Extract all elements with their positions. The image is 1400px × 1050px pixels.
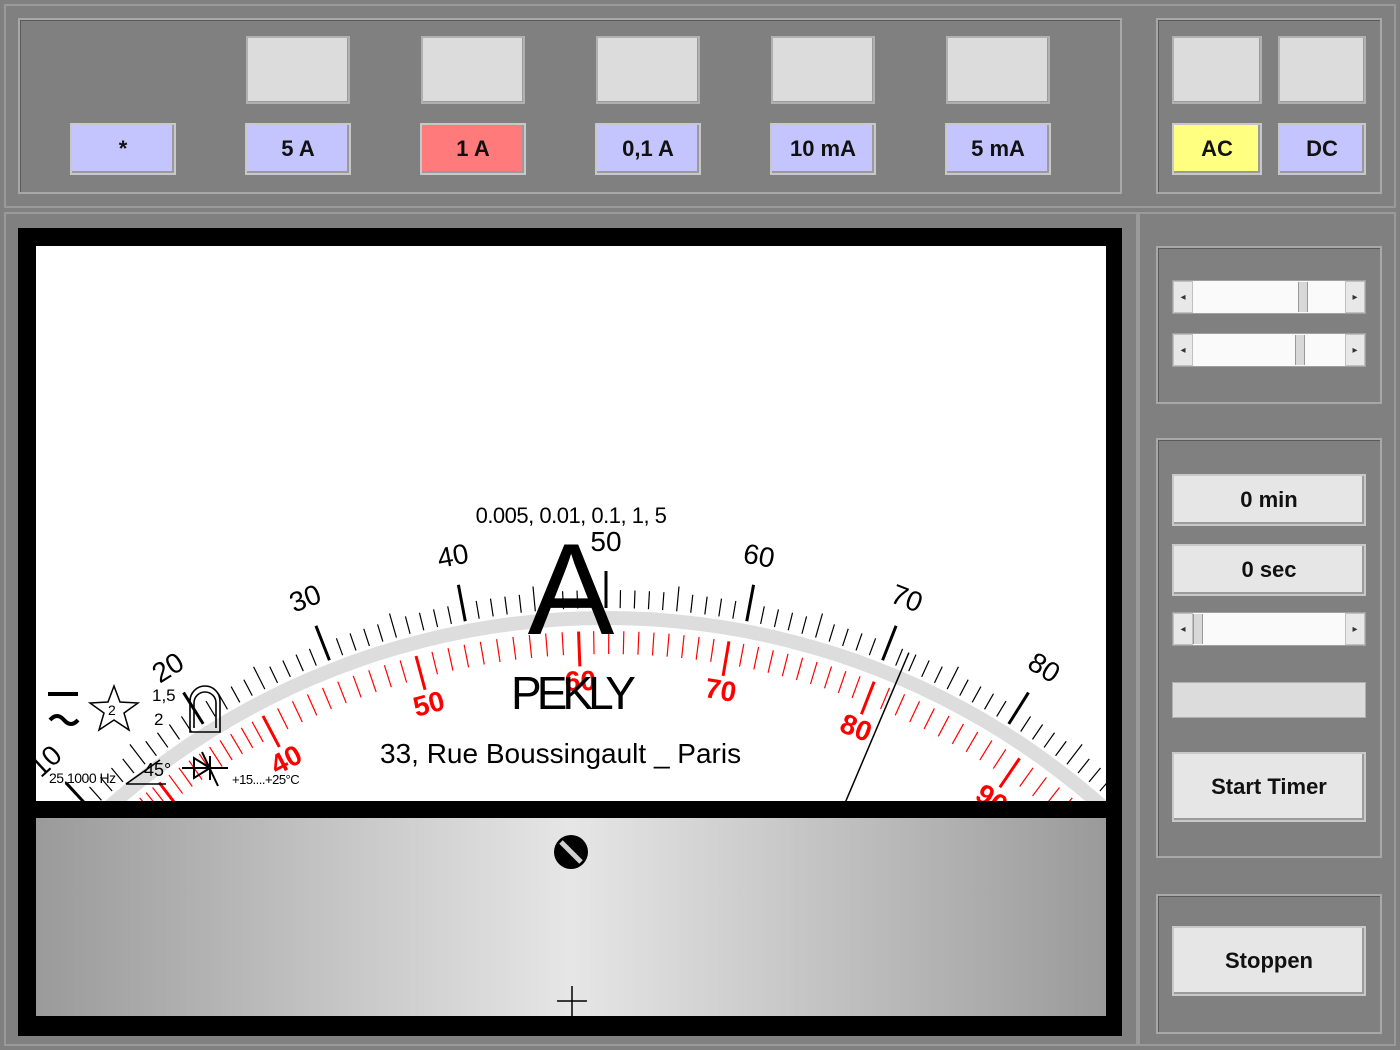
frequency-label: 25.1000 Hz xyxy=(49,770,116,786)
lower-tick xyxy=(240,727,254,749)
lower-tick xyxy=(1032,777,1047,797)
mode-indicator-ac xyxy=(1172,36,1262,104)
lower-tick xyxy=(1019,767,1034,787)
upper-tick xyxy=(1043,732,1056,748)
range-indicator-5ma xyxy=(946,36,1050,104)
meter-dial: 0102030405060708090100020304050607080901… xyxy=(36,246,1106,801)
slider-1-left-arrow-icon[interactable]: ◂ xyxy=(1173,281,1193,313)
range-button-0-1a[interactable]: 0,1 A xyxy=(595,123,701,175)
upper-tick xyxy=(1088,767,1101,783)
slider-panel xyxy=(1156,246,1382,404)
slider-1-right-arrow-icon[interactable]: ▸ xyxy=(1345,281,1365,313)
range-indicator-0-1a xyxy=(596,36,700,104)
timer-progress-bar xyxy=(1172,682,1366,718)
lower-tick xyxy=(230,733,243,755)
lower-tick xyxy=(261,715,281,748)
timer-slider-right-arrow-icon[interactable]: ▸ xyxy=(1345,613,1365,645)
star-number-label: 2 xyxy=(108,702,116,718)
upper-tick xyxy=(1032,724,1044,740)
upper-tick xyxy=(168,724,180,740)
upper-tick xyxy=(156,732,169,748)
slider-2-left-arrow-icon[interactable]: ◂ xyxy=(1173,334,1193,366)
slider-2[interactable]: ◂ ▸ xyxy=(1172,333,1366,367)
range-indicator-5a xyxy=(246,36,350,104)
class-bottom-label: 2 xyxy=(154,710,164,729)
upper-tick xyxy=(129,744,146,765)
class-top-label: 1,5 xyxy=(152,686,176,705)
start-timer-button[interactable]: Start Timer xyxy=(1172,752,1366,822)
angle-label: 45° xyxy=(144,760,172,780)
lower-tick xyxy=(178,767,193,787)
upper-tick xyxy=(145,740,157,757)
upper-tick xyxy=(1077,758,1090,774)
range-indicator-1a xyxy=(421,36,525,104)
unit-label: A xyxy=(527,516,615,662)
range-button-5a[interactable]: 5 A xyxy=(245,123,351,175)
lower-tick xyxy=(145,792,154,801)
meter-base xyxy=(36,818,1106,1016)
slider-1[interactable]: ◂ ▸ xyxy=(1172,280,1366,314)
upper-tick xyxy=(1099,782,1106,792)
mode-button-ac[interactable]: AC xyxy=(1172,123,1262,175)
mode-indicator-dc xyxy=(1278,36,1366,104)
range-button-star[interactable]: * xyxy=(70,123,176,175)
address-label: 33, Rue Boussingault _ Paris xyxy=(380,738,742,769)
lower-tick xyxy=(1068,797,1073,801)
range-indicator-10ma xyxy=(771,36,875,104)
range-button-10ma[interactable]: 10 mA xyxy=(770,123,876,175)
lower-tick xyxy=(965,731,979,753)
brand-label: PEKLY xyxy=(511,667,636,719)
mode-button-dc[interactable]: DC xyxy=(1278,123,1366,175)
lower-tick xyxy=(979,740,993,761)
upper-tick xyxy=(122,758,135,774)
seconds-display[interactable]: 0 sec xyxy=(1172,544,1366,596)
lower-tick xyxy=(251,721,264,743)
lower-tick xyxy=(992,748,1007,769)
zero-adjust-screw-icon[interactable] xyxy=(554,835,588,869)
temperature-label: +15....+25°C xyxy=(232,772,300,787)
upper-tick xyxy=(89,786,102,801)
lower-tick xyxy=(209,746,223,767)
timer-slider-thumb[interactable] xyxy=(1193,614,1203,644)
stop-button[interactable]: Stoppen xyxy=(1172,926,1366,996)
lower-tick xyxy=(219,740,233,761)
lower-tick xyxy=(1048,787,1060,801)
minutes-display[interactable]: 0 min xyxy=(1172,474,1366,526)
slider-1-thumb[interactable] xyxy=(1298,282,1309,312)
lower-tick xyxy=(998,757,1021,789)
lower-tick xyxy=(951,723,965,745)
upper-tick xyxy=(1066,744,1083,765)
center-cross-icon xyxy=(557,986,587,1016)
range-button-5ma[interactable]: 5 mA xyxy=(945,123,1051,175)
timer-slider-left-arrow-icon[interactable]: ◂ xyxy=(1173,613,1193,645)
lower-tick-label: 90 xyxy=(970,778,1013,801)
timer-slider[interactable]: ◂ ▸ xyxy=(1172,612,1366,646)
upper-tick xyxy=(1055,740,1067,757)
slider-2-right-arrow-icon[interactable]: ▸ xyxy=(1345,334,1365,366)
range-button-1a[interactable]: 1 A xyxy=(420,123,526,175)
slider-2-thumb[interactable] xyxy=(1295,335,1306,365)
